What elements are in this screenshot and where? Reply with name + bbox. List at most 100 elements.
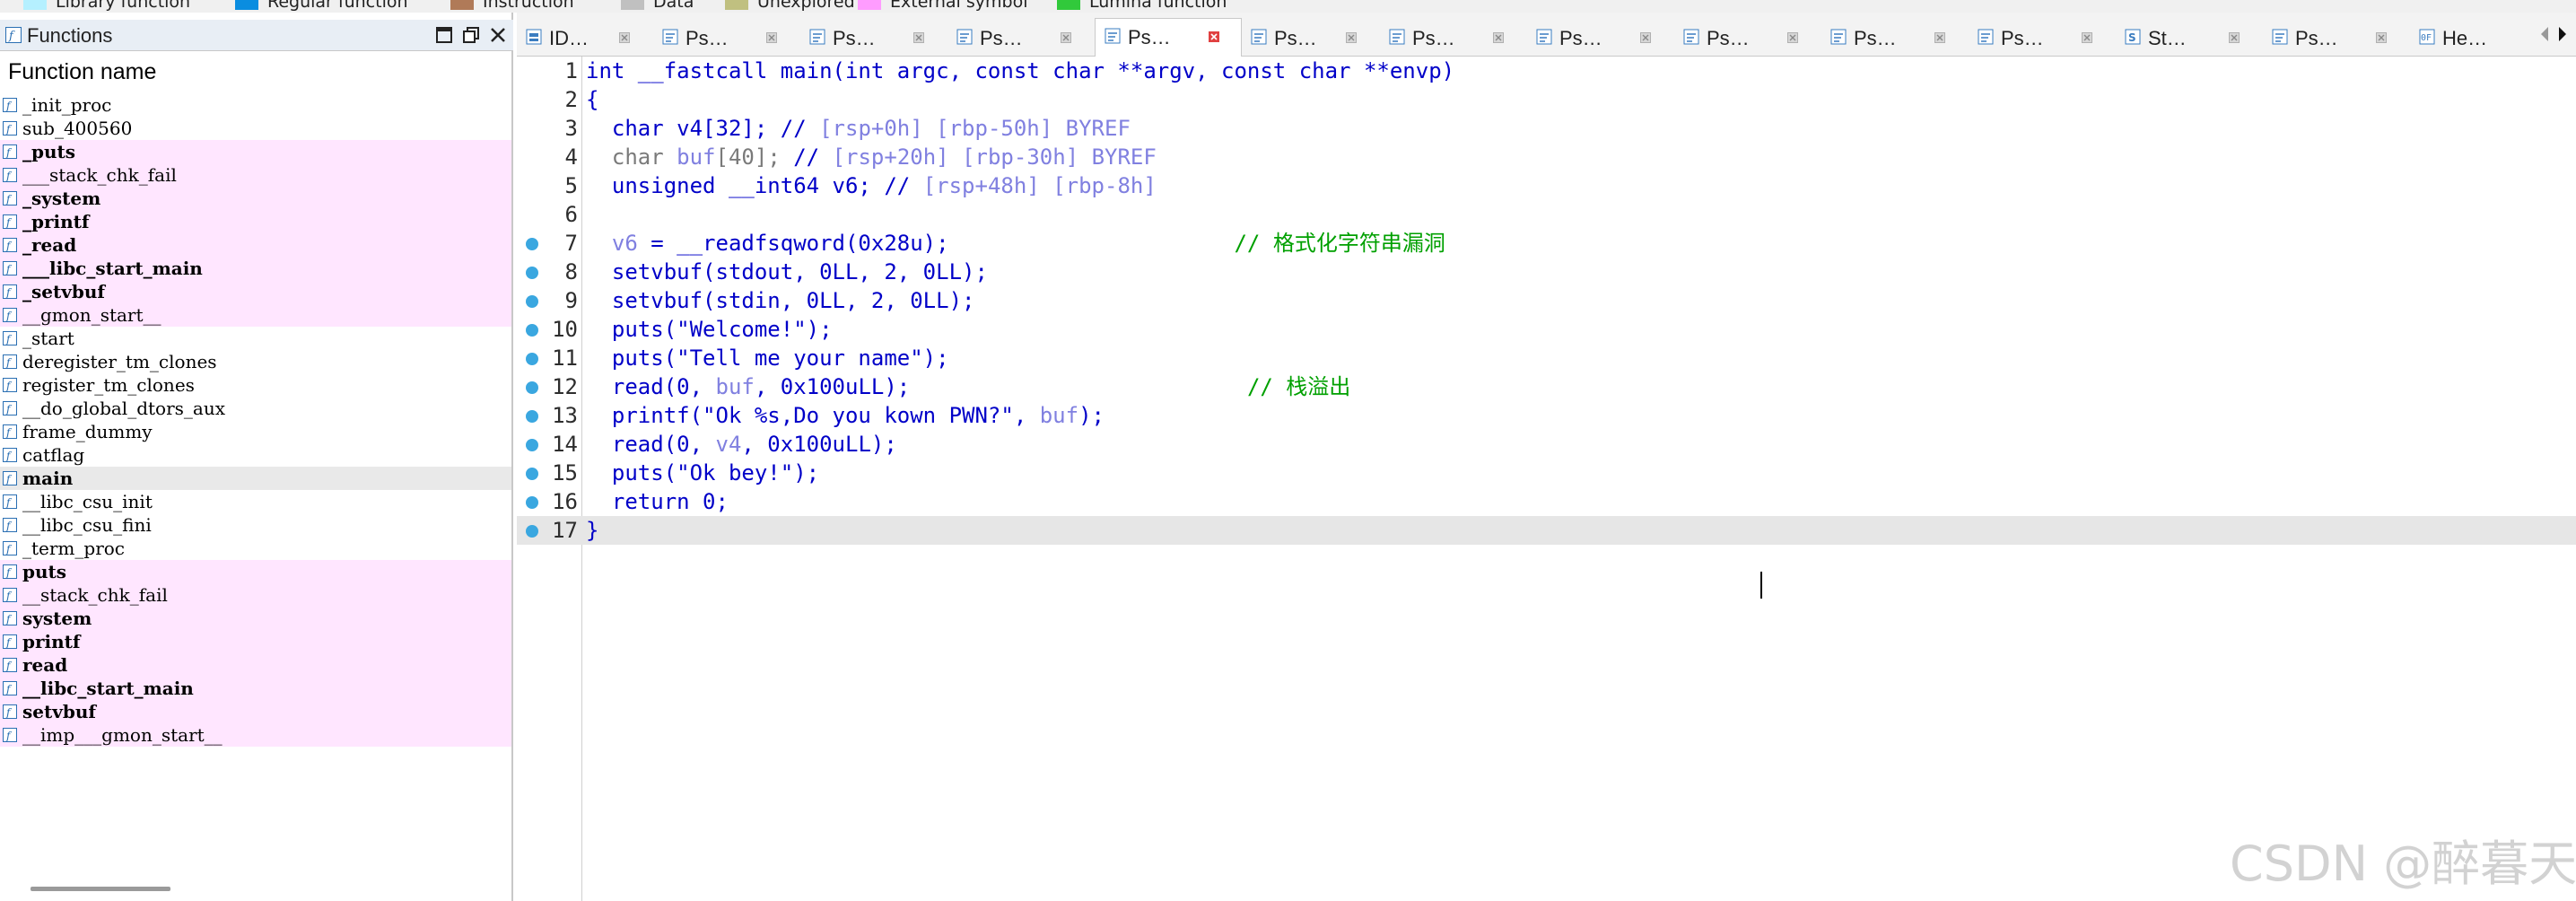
code-line[interactable]: 15 puts("Ok bey!"); — [517, 459, 2576, 487]
function-name: system — [22, 608, 92, 629]
code-line[interactable]: 16 return 0; — [517, 487, 2576, 516]
code-line[interactable]: 5 unsigned __int64 v6; // [rsp+48h] [rbp… — [517, 171, 2576, 200]
tab-9[interactable]: Ps… — [1821, 20, 1969, 56]
function-list-item[interactable]: f _system — [0, 187, 511, 210]
close-icon[interactable] — [488, 25, 508, 45]
function-list-item[interactable]: f __libc_start_main — [0, 677, 511, 700]
function-list-item[interactable]: f _term_proc — [0, 537, 511, 560]
tab-12[interactable]: Ps… — [2263, 20, 2410, 56]
tab-8[interactable]: Ps… — [1674, 20, 1821, 56]
tab-5[interactable]: Ps… — [1242, 20, 1380, 56]
function-list-item[interactable]: f puts — [0, 560, 511, 583]
tab-close-icon[interactable] — [1640, 32, 1651, 43]
function-name-column-header[interactable]: Function name — [8, 59, 156, 85]
code-text: setvbuf(stdin, 0LL, 2, 0LL); — [586, 286, 975, 315]
function-list-item[interactable]: f deregister_tm_clones — [0, 350, 511, 373]
code-token: puts("Tell me your name"); — [586, 346, 949, 371]
function-list-item[interactable]: f main — [0, 467, 511, 490]
maximize-icon[interactable] — [434, 25, 454, 45]
tab-10[interactable]: Ps… — [1969, 20, 2116, 56]
legend-label: External symbol — [890, 0, 1028, 12]
tab-2[interactable]: Ps… — [800, 20, 947, 56]
tab-close-icon[interactable] — [1209, 31, 1219, 42]
code-line[interactable]: 2{ — [517, 85, 2576, 114]
code-token: , 0x100uLL); — [741, 432, 897, 457]
function-icon: f — [3, 658, 17, 672]
function-list-item[interactable]: f __stack_chk_fail — [0, 583, 511, 607]
code-line[interactable]: 7 v6 = __readfsqword(0x28u); // 格式化字符串漏洞 — [517, 229, 2576, 258]
function-list-item[interactable]: f _setvbuf — [0, 280, 511, 303]
function-list-item[interactable]: f system — [0, 607, 511, 630]
function-list-item[interactable]: f register_tm_clones — [0, 373, 511, 397]
tab-close-icon[interactable] — [1346, 32, 1357, 43]
code-token: puts("Ok bey!"); — [586, 460, 820, 485]
tab-1[interactable]: Ps… — [653, 20, 800, 56]
horizontal-scrollbar[interactable] — [31, 887, 170, 891]
tab-close-icon[interactable] — [2229, 32, 2240, 43]
function-list-item[interactable]: f __gmon_start__ — [0, 303, 511, 327]
tab-close-icon[interactable] — [2376, 32, 2387, 43]
code-line[interactable]: 6 — [517, 200, 2576, 229]
code-line[interactable]: 12 read(0, buf, 0x100uLL); // 栈溢出 — [517, 372, 2576, 401]
code-line[interactable]: 8 setvbuf(stdout, 0LL, 2, 0LL); — [517, 258, 2576, 286]
text-caret — [1760, 572, 1762, 599]
tab-close-icon[interactable] — [619, 32, 630, 43]
tab-13[interactable]: 0F He… — [2410, 20, 2527, 56]
code-line[interactable]: 14 read(0, v4, 0x100uLL); — [517, 430, 2576, 459]
code-line[interactable]: 9 setvbuf(stdin, 0LL, 2, 0LL); — [517, 286, 2576, 315]
function-list-item[interactable]: f ___libc_start_main — [0, 257, 511, 280]
function-name: __imp___gmon_start__ — [22, 724, 223, 746]
function-list-item[interactable]: f sub_400560 — [0, 117, 511, 140]
code-line[interactable]: 10 puts("Welcome!"); — [517, 315, 2576, 344]
function-icon: f — [3, 191, 17, 206]
function-name: ___stack_chk_fail — [22, 164, 177, 186]
function-list-item[interactable]: f _puts — [0, 140, 511, 163]
function-list-item[interactable]: f __libc_csu_init — [0, 490, 511, 513]
code-token: read(0, — [586, 374, 716, 399]
function-list-item[interactable]: f setvbuf — [0, 700, 511, 723]
code-line[interactable]: 13 printf("Ok %s,Do you kown PWN?", buf)… — [517, 401, 2576, 430]
tab-0[interactable]: ID… — [517, 20, 653, 56]
restore-icon[interactable] — [461, 25, 481, 45]
line-number: 1 — [564, 58, 578, 83]
tab-label: He… — [2442, 27, 2488, 49]
line-number: 11 — [552, 346, 578, 371]
tab-close-icon[interactable] — [766, 32, 777, 43]
function-list-item[interactable]: f __imp___gmon_start__ — [0, 723, 511, 747]
code-line[interactable]: 17} — [517, 516, 2576, 545]
code-line[interactable]: 1 int __fastcall main(int argc, const cha… — [517, 57, 2576, 85]
function-list-item[interactable]: f _read — [0, 233, 511, 257]
code-line[interactable]: 4 char buf[40]; // [rsp+20h] [rbp-30h] B… — [517, 143, 2576, 171]
tab-close-icon[interactable] — [1061, 32, 1071, 43]
function-name: _init_proc — [22, 94, 112, 116]
tab-close-icon[interactable] — [1493, 32, 1504, 43]
legend-swatch — [621, 0, 644, 10]
pseudocode-icon — [2272, 29, 2288, 45]
tab-4[interactable]: Ps… — [1095, 18, 1242, 57]
tab-3[interactable]: Ps… — [947, 20, 1095, 56]
tab-close-icon[interactable] — [1787, 32, 1798, 43]
tab-scroll-arrows-icon[interactable] — [2536, 23, 2572, 45]
function-list-item[interactable]: f _start — [0, 327, 511, 350]
tab-6[interactable]: Ps… — [1380, 20, 1527, 56]
function-list-item[interactable]: f printf — [0, 630, 511, 653]
tab-close-icon[interactable] — [913, 32, 924, 43]
function-name: setvbuf — [22, 701, 96, 722]
tab-close-icon[interactable] — [1934, 32, 1945, 43]
function-list-item[interactable]: f __libc_csu_fini — [0, 513, 511, 537]
function-list-item[interactable]: f __do_global_dtors_aux — [0, 397, 511, 420]
function-list-item[interactable]: f read — [0, 653, 511, 677]
tab-11[interactable]: S St… — [2116, 20, 2263, 56]
code-line[interactable]: 11 puts("Tell me your name"); — [517, 344, 2576, 372]
function-list-item[interactable]: f ___stack_chk_fail — [0, 163, 511, 187]
legend-item: Instruction — [450, 0, 574, 11]
function-list-item[interactable]: f catflag — [0, 443, 511, 467]
function-list-item[interactable]: f _init_proc — [0, 93, 511, 117]
tab-7[interactable]: Ps… — [1527, 20, 1674, 56]
function-name: sub_400560 — [22, 118, 133, 139]
function-list-item[interactable]: f frame_dummy — [0, 420, 511, 443]
function-list-item[interactable]: f _printf — [0, 210, 511, 233]
pseudocode-view[interactable]: 1 int __fastcall main(int argc, const cha… — [517, 57, 2576, 901]
code-line[interactable]: 3 char v4[32]; // [rsp+0h] [rbp-50h] BYR… — [517, 114, 2576, 143]
tab-close-icon[interactable] — [2082, 32, 2092, 43]
